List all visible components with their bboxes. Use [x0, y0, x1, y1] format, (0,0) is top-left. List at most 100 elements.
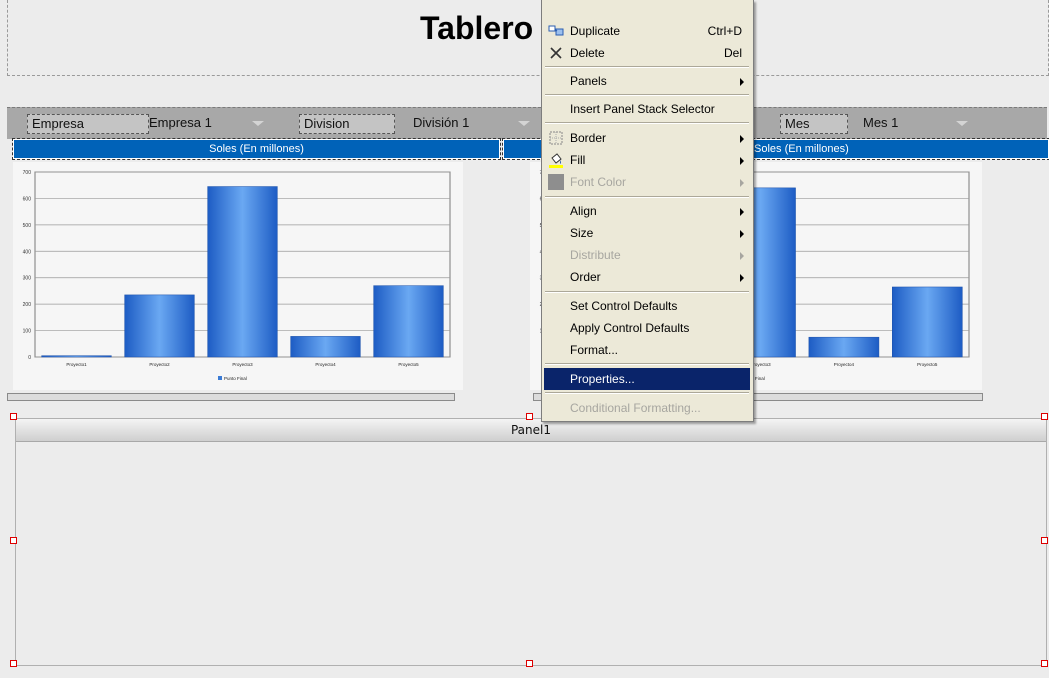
y-tick-label: 500: [23, 223, 32, 229]
menu-item-border[interactable]: Border: [544, 127, 750, 149]
menu-separator: [545, 94, 749, 96]
mes-select-value: Mes 1: [863, 115, 899, 130]
menu-separator: [545, 122, 749, 124]
menu-separator: [545, 363, 749, 365]
panel1[interactable]: Panel1: [15, 418, 1047, 666]
menu-item-fill[interactable]: Fill: [544, 149, 750, 171]
submenu-arrow-icon: [740, 230, 744, 238]
empresa-select-value: Empresa 1: [149, 115, 212, 130]
empresa-select[interactable]: Empresa 1: [143, 112, 273, 134]
duplicate-icon: [548, 25, 564, 36]
menu-item-label: Panels: [570, 74, 607, 88]
menu-item-panels[interactable]: Panels: [544, 70, 750, 92]
division-select[interactable]: División 1: [407, 112, 539, 134]
y-tick-label: 100: [23, 329, 32, 335]
border-icon: [549, 131, 563, 145]
x-tick-label: Proyecto1: [66, 362, 87, 367]
chevron-down-icon[interactable]: [513, 112, 535, 134]
resize-handle-bottom[interactable]: [526, 660, 533, 667]
y-tick-label: 700: [23, 170, 32, 176]
menu-item-label: Distribute: [570, 248, 621, 262]
submenu-arrow-icon: [740, 208, 744, 216]
menu-item-font-color: Font Color: [544, 171, 750, 193]
submenu-arrow-icon: [740, 135, 744, 143]
menu-item-shortcut: Del: [723, 46, 742, 60]
menu-item-set-control-defaults[interactable]: Set Control Defaults: [544, 295, 750, 317]
bar: [892, 286, 963, 358]
menu-item-size[interactable]: Size: [544, 222, 750, 244]
menu-item-label: Border: [570, 131, 607, 145]
filter-label-division: Division: [299, 114, 395, 134]
menu-item-duplicate[interactable]: Duplicate Ctrl+D: [544, 20, 750, 42]
menu-item-align[interactable]: Align: [544, 200, 750, 222]
font-color-icon: [548, 174, 564, 190]
menu-item-label: Insert Panel Stack Selector: [570, 102, 715, 116]
filter-label-mes: Mes: [780, 114, 848, 134]
menu-separator: [545, 291, 749, 293]
fill-icon: [549, 153, 563, 168]
submenu-arrow-icon: [740, 78, 744, 86]
menu-separator: [545, 196, 749, 198]
x-tick-label: Proyecto4: [834, 362, 855, 367]
menu-item-format[interactable]: Format...: [544, 339, 750, 361]
page-title: Tablero: [420, 10, 534, 46]
menu-item-apply-control-defaults[interactable]: Apply Control Defaults: [544, 317, 750, 339]
submenu-arrow-icon: [740, 252, 744, 260]
submenu-arrow-icon: [740, 157, 744, 165]
menu-item-label: Apply Control Defaults: [570, 321, 690, 335]
filter-label-empresa: Empresa: [27, 114, 149, 134]
resize-handle-bottom-left[interactable]: [10, 660, 17, 667]
mes-select[interactable]: Mes 1: [857, 112, 977, 134]
menu-item-label: Format...: [570, 343, 619, 357]
bar: [290, 336, 361, 358]
division-select-value: División 1: [413, 115, 470, 130]
chart-1-title: Soles (En millones): [12, 138, 501, 160]
resize-handle-right[interactable]: [1041, 537, 1048, 544]
menu-separator: [545, 392, 749, 394]
submenu-arrow-icon: [740, 274, 744, 282]
menu-item-label: Set Control Defaults: [570, 299, 678, 313]
legend-label: Punto Final: [224, 376, 247, 381]
resize-handle-top-left[interactable]: [10, 413, 17, 420]
menu-item-shortcut: Ctrl+D: [707, 24, 742, 38]
menu-item-label: Align: [570, 204, 597, 218]
legend-swatch: [218, 376, 222, 380]
chart-1[interactable]: 0 100 200 300 400 500 600 700 Proyecto1 Proyecto2…: [13, 162, 463, 390]
chart-2-title-text: Soles (En millones): [754, 143, 849, 155]
menu-item-label: Properties...: [570, 372, 635, 386]
chevron-down-icon[interactable]: [951, 112, 973, 134]
submenu-arrow-icon: [740, 179, 744, 187]
chevron-down-icon[interactable]: [247, 112, 269, 134]
chart-1-scrollbar[interactable]: [7, 393, 455, 401]
panel1-header[interactable]: Panel1: [16, 419, 1046, 442]
y-tick-label: 300: [23, 276, 32, 282]
menu-item-insert-panel-stack-selector[interactable]: Insert Panel Stack Selector: [544, 98, 750, 120]
menu-item-label: Duplicate: [570, 24, 621, 38]
x-tick-label: Proyecto4: [315, 362, 336, 367]
menu-item-label: Fill: [570, 153, 586, 167]
filter-bar: Empresa Empresa 1 Division División 1 Me…: [7, 107, 1047, 139]
x-tick-label: Proyecto5: [917, 362, 938, 367]
resize-handle-left[interactable]: [10, 537, 17, 544]
menu-item-delete[interactable]: Delete Del: [544, 42, 750, 64]
menu-item-label: Size: [570, 226, 594, 240]
y-tick-label: 400: [23, 249, 32, 255]
y-tick-label: 600: [23, 196, 32, 202]
menu-item-label: Conditional Formatting...: [570, 401, 701, 415]
menu-item-label: Delete: [570, 46, 605, 60]
x-tick-label: Proyecto5: [398, 362, 419, 367]
y-tick-label: 200: [23, 302, 32, 308]
y-tick-label: 0: [28, 355, 31, 361]
menu-item-order[interactable]: Order: [544, 266, 750, 288]
menu-item-properties[interactable]: Properties...: [544, 368, 750, 390]
resize-handle-bottom-right[interactable]: [1041, 660, 1048, 667]
bar: [373, 285, 444, 358]
x-tick-label: Proyecto2: [149, 362, 170, 367]
bar: [41, 355, 112, 358]
chart-1-svg: 0 100 200 300 400 500 600 700 Proyecto1 Proyecto2…: [23, 170, 451, 381]
menu-item-label: Order: [570, 270, 601, 284]
resize-handle-top-right[interactable]: [1041, 413, 1048, 420]
resize-handle-top[interactable]: [526, 413, 533, 420]
x-tick-label: Proyecto3: [232, 362, 253, 367]
bar: [207, 186, 278, 358]
